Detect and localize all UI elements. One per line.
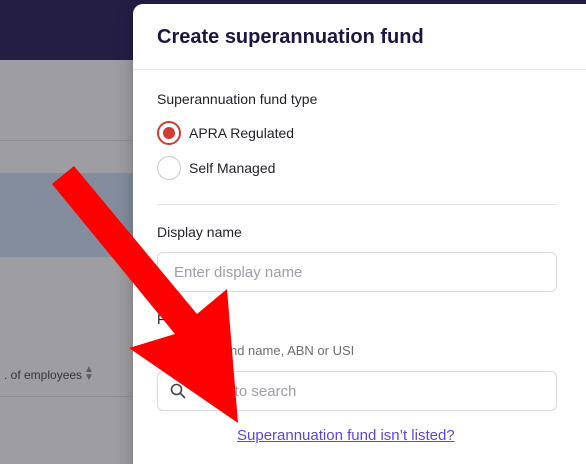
fund-help-text: Search by fund name, ABN or USI (157, 343, 355, 358)
fund-not-listed-link[interactable]: Superannuation fund isn’t listed? (237, 427, 455, 444)
radio-label: APRA Regulated (189, 125, 295, 141)
fund-type-label: Superannuation fund type (157, 91, 318, 107)
radio-apra-regulated[interactable]: APRA Regulated (157, 121, 294, 145)
create-fund-modal: Create superannuation fund Superannuatio… (133, 4, 586, 464)
search-icon (170, 383, 186, 399)
radio-label: Self Managed (189, 160, 276, 176)
radio-self-managed[interactable]: Self Managed (157, 156, 275, 180)
display-name-label: Display name (157, 224, 242, 240)
modal-title: Create superannuation fund (157, 26, 424, 48)
fund-search-field[interactable] (157, 371, 557, 411)
section-divider (157, 204, 557, 205)
modal-header-divider (133, 69, 586, 70)
fund-search-input[interactable] (194, 372, 550, 410)
radio-checked-icon[interactable] (157, 121, 181, 145)
fund-label: Fund (157, 311, 189, 327)
radio-unchecked-icon[interactable] (157, 156, 181, 180)
display-name-input[interactable] (157, 252, 557, 292)
